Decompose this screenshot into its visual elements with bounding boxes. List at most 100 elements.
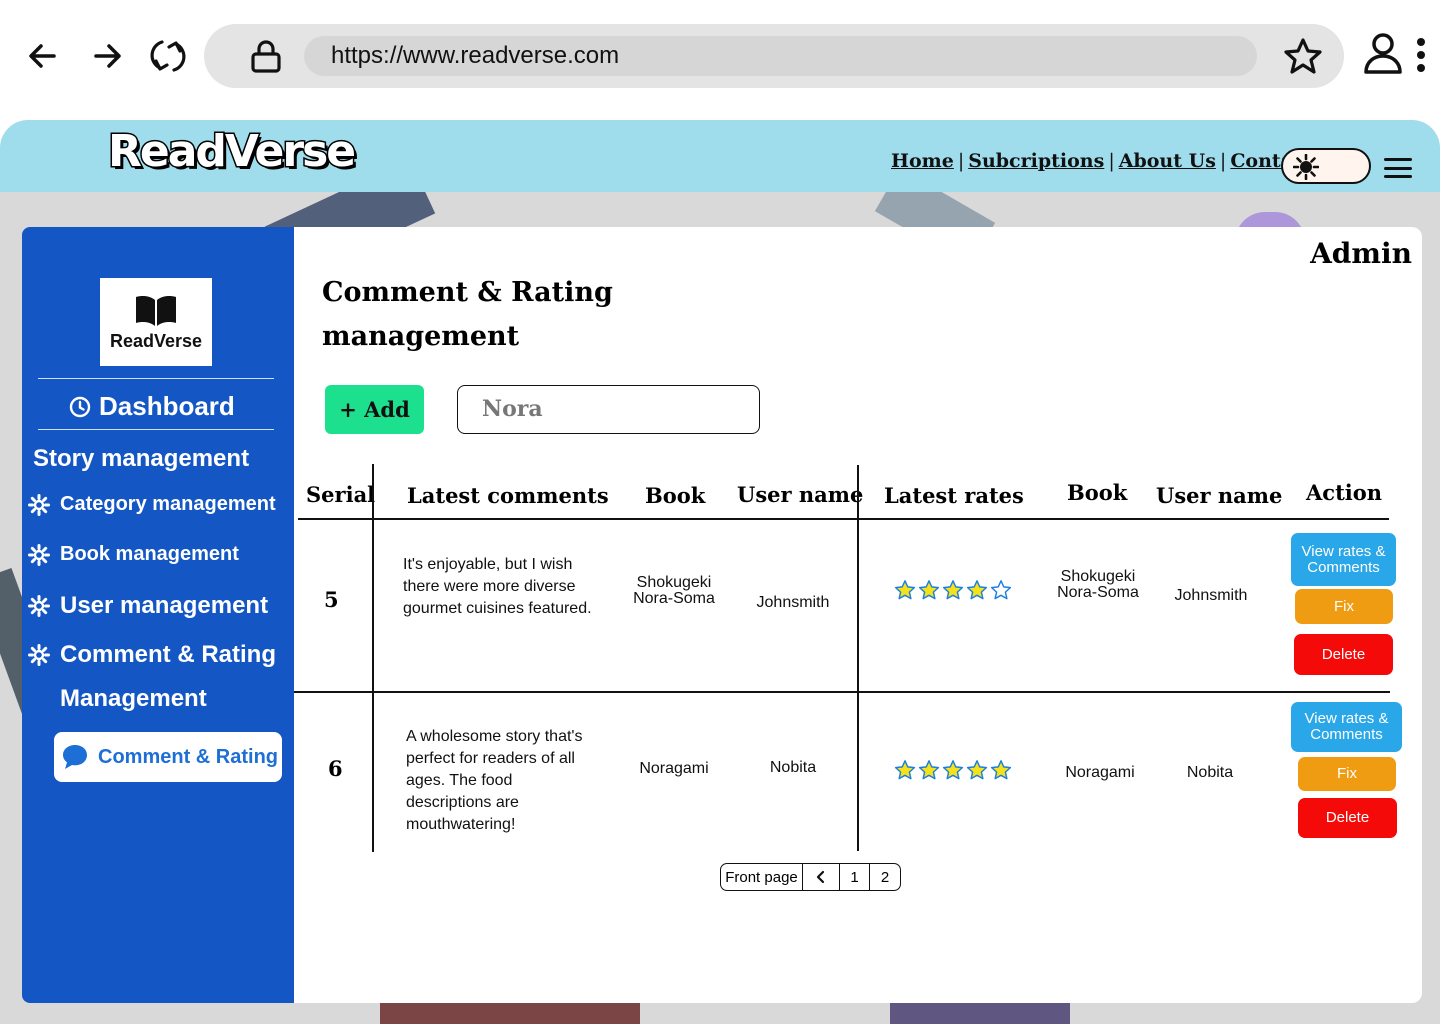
fix-button[interactable]: Fix: [1298, 757, 1396, 791]
nav-about-link[interactable]: About Us: [1119, 150, 1216, 172]
sidebar-divider: [38, 378, 274, 379]
rating-stars: [894, 579, 1012, 601]
sidebar-item-book[interactable]: Book management: [28, 543, 239, 566]
rating-stars: [894, 759, 1012, 781]
page-title: Comment & Rating management: [322, 277, 613, 352]
chat-bubble-icon: [63, 745, 87, 769]
top-nav: Home | Subcriptions | About Us | Contact…: [891, 150, 1347, 172]
url-field[interactable]: https://www.readverse.com: [304, 36, 1257, 76]
address-bar[interactable]: https://www.readverse.com: [204, 24, 1344, 88]
table-divider: [857, 465, 859, 851]
table-row-serial: 6: [328, 756, 343, 781]
add-button[interactable]: + Add: [325, 385, 424, 434]
star-filled-icon: [966, 760, 988, 780]
view-rates-button[interactable]: View rates & Comments: [1291, 702, 1402, 752]
sidebar-active-comment-rating[interactable]: Comment & Rating: [54, 732, 282, 782]
browser-toolbar: https://www.readverse.com: [0, 0, 1440, 112]
lock-icon: [248, 38, 284, 78]
table-divider: [372, 464, 374, 852]
gear-icon: [28, 595, 50, 617]
nav-separator: |: [1108, 150, 1115, 172]
table-row-comment: It's enjoyable, but I wish there were mo…: [403, 556, 592, 617]
nav-subscriptions-link[interactable]: Subcriptions: [968, 150, 1104, 172]
column-header-rate-book: Book: [1067, 480, 1128, 505]
nav-separator: |: [957, 150, 965, 172]
table-row-serial: 5: [324, 587, 339, 612]
column-header-rate-user-name: User name: [1156, 483, 1283, 508]
sun-icon: [1292, 153, 1320, 184]
table-row-rate-user: Johnsmith: [1174, 587, 1248, 604]
star-filled-icon: [942, 760, 964, 780]
nav-separator: |: [1219, 150, 1227, 172]
background-cover-image: [380, 1000, 640, 1024]
table-row-book: Noragami: [639, 760, 709, 777]
sidebar-divider: [38, 429, 274, 430]
table-row-book: Shokugeki Nora-Soma: [633, 574, 715, 607]
site-header: ReadVerse Home | Subcriptions | About Us…: [0, 120, 1440, 192]
sidebar-section-title: Story management: [33, 445, 250, 472]
column-header-latest-rates: Latest rates: [884, 483, 1024, 508]
view-rates-button[interactable]: View rates & Comments: [1291, 533, 1396, 586]
sidebar-item-user[interactable]: User management: [28, 592, 268, 620]
delete-button[interactable]: Delete: [1294, 634, 1393, 675]
open-book-icon: [136, 295, 176, 326]
page-button-1[interactable]: 1: [840, 864, 870, 890]
sidebar-item-label: Book management: [60, 543, 239, 565]
delete-button[interactable]: Delete: [1298, 798, 1397, 838]
sidebar-item-label: Category management: [60, 493, 276, 515]
gear-icon: [28, 493, 50, 516]
star-filled-icon: [894, 760, 916, 780]
sidebar-logo-name: ReadVerse: [109, 330, 203, 351]
more-menu-icon[interactable]: [1414, 36, 1428, 80]
back-arrow-icon[interactable]: [20, 34, 64, 78]
table-divider: [298, 518, 1389, 520]
site-logo[interactable]: ReadVerse: [106, 125, 357, 179]
star-filled-icon: [894, 580, 916, 600]
table-row-user: Johnsmith: [756, 594, 830, 611]
sidebar-active-label: Comment & Rating: [98, 745, 278, 768]
column-header-book: Book: [645, 483, 706, 508]
star-filled-icon: [966, 580, 988, 600]
table-divider: [294, 691, 1390, 693]
star-filled-icon: [918, 760, 940, 780]
prev-page-button[interactable]: [803, 864, 840, 890]
star-filled-icon: [942, 580, 964, 600]
forward-arrow-icon[interactable]: [86, 34, 130, 78]
star-empty-icon: [990, 580, 1012, 600]
sidebar-item-dashboard[interactable]: Dashboard: [69, 391, 235, 422]
table-row-rate-user: Nobita: [1186, 764, 1234, 781]
gear-icon: [28, 543, 50, 566]
sidebar-item-label: Comment & Rating: [60, 641, 276, 668]
pagination: Front page 1 2: [720, 863, 901, 891]
hamburger-menu-icon[interactable]: [1384, 158, 1412, 178]
app-window: ReadVerse Home | Subcriptions | About Us…: [0, 120, 1440, 1024]
sidebar-item-label-line2: Management: [60, 685, 207, 712]
clock-icon: [69, 396, 91, 417]
chevron-left-icon: [816, 870, 825, 884]
fix-button[interactable]: Fix: [1295, 589, 1393, 624]
sidebar-item-label: User management: [60, 592, 269, 619]
profile-icon[interactable]: [1362, 30, 1404, 80]
page-button-2[interactable]: 2: [870, 864, 900, 890]
reload-icon[interactable]: [146, 34, 190, 78]
table-row-user: Nobita: [769, 759, 817, 776]
front-page-button[interactable]: Front page: [721, 864, 803, 890]
main-panel: Admin Comment & Rating management + Add …: [294, 227, 1422, 1003]
background-cover-image: [890, 1000, 1070, 1024]
column-header-action: Action: [1306, 480, 1383, 505]
sidebar-item-category[interactable]: Category management: [28, 493, 276, 516]
sidebar-logo[interactable]: ReadVerse: [100, 278, 212, 366]
table-row-rate-book: Noragami: [1065, 764, 1135, 781]
table-row-rate-book: Shokugeki Nora-Soma: [1057, 568, 1139, 601]
nav-home-link[interactable]: Home: [891, 150, 954, 172]
column-header-latest-comments: Latest comments: [407, 483, 609, 508]
column-header-serial: Serial: [306, 482, 376, 507]
admin-label: Admin: [1310, 237, 1412, 270]
admin-sidebar: ReadVerse Dashboard Story management Cat…: [22, 227, 294, 1003]
star-filled-icon: [918, 580, 940, 600]
theme-toggle[interactable]: [1281, 148, 1371, 184]
table-row-comment: A wholesome story that's perfect for rea…: [406, 728, 583, 833]
search-input[interactable]: Nora: [457, 385, 760, 434]
sidebar-item-comment-rating[interactable]: Comment & Rating: [28, 641, 276, 669]
bookmark-star-icon[interactable]: [1282, 36, 1324, 82]
